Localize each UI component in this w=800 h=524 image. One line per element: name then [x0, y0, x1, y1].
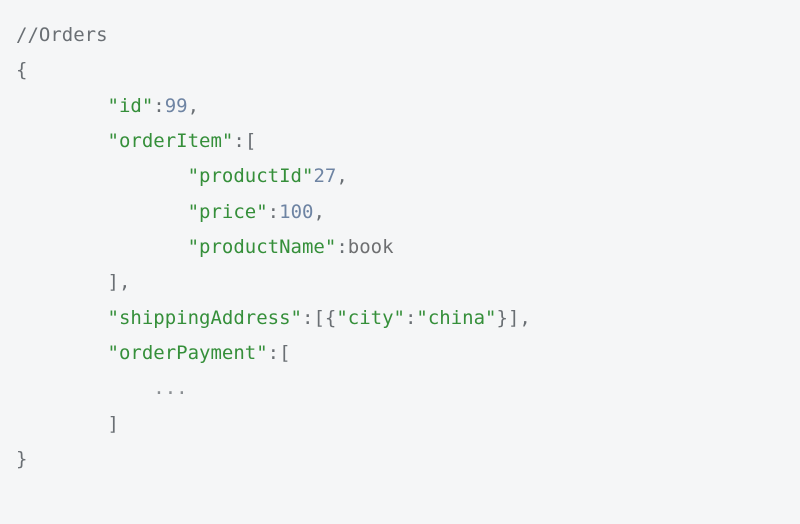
- code-line: "price":100,: [16, 195, 784, 230]
- key-productId: "productId": [188, 165, 314, 187]
- bracket-open: [: [279, 342, 290, 364]
- key-city: "city": [336, 307, 405, 329]
- key-price: "price": [188, 201, 268, 223]
- code-line: "id":99,: [16, 89, 784, 124]
- code-line: ]: [16, 407, 784, 442]
- colon: :: [233, 130, 244, 152]
- value-productName: book: [348, 236, 394, 258]
- colon: :: [153, 95, 164, 117]
- key-id: "id": [108, 95, 154, 117]
- code-line: "orderItem":[: [16, 124, 784, 159]
- code-line: ],: [16, 265, 784, 300]
- colon: :: [405, 307, 416, 329]
- ellipsis: ...: [153, 377, 187, 399]
- colon: :: [268, 342, 279, 364]
- value-id: 99: [165, 95, 188, 117]
- comma: ,: [336, 165, 347, 187]
- code-line: "productId"27,: [16, 159, 784, 194]
- comma: ,: [519, 307, 530, 329]
- code-line: {: [16, 53, 784, 88]
- code-line: "productName":book: [16, 230, 784, 265]
- colon: :: [336, 236, 347, 258]
- value-china: "china": [416, 307, 496, 329]
- bracket-open: [: [245, 130, 256, 152]
- comma: ,: [313, 201, 324, 223]
- code-block: //Orders { "id":99, "orderItem":[ "produ…: [0, 0, 800, 495]
- code-line: "orderPayment":[: [16, 336, 784, 371]
- comma: ,: [188, 95, 199, 117]
- comment: //Orders: [16, 24, 108, 46]
- colon: :: [268, 201, 279, 223]
- code-line: ...: [16, 371, 784, 406]
- brace-open: {: [16, 59, 27, 81]
- code-line: }: [16, 442, 784, 477]
- colon: :: [302, 307, 313, 329]
- bracket-close: ]: [108, 413, 119, 435]
- key-orderItem: "orderItem": [108, 130, 234, 152]
- code-line: "shippingAddress":[{"city":"china"}],: [16, 301, 784, 336]
- key-productName: "productName": [188, 236, 337, 258]
- obj-arr-open: [{: [313, 307, 336, 329]
- code-line: //Orders: [16, 18, 784, 53]
- brace-close: }: [16, 448, 27, 470]
- value-price: 100: [279, 201, 313, 223]
- key-shippingAddress: "shippingAddress": [108, 307, 302, 329]
- obj-arr-close: }]: [497, 307, 520, 329]
- value-productId: 27: [313, 165, 336, 187]
- key-orderPayment: "orderPayment": [108, 342, 268, 364]
- bracket-close-comma: ],: [108, 271, 131, 293]
